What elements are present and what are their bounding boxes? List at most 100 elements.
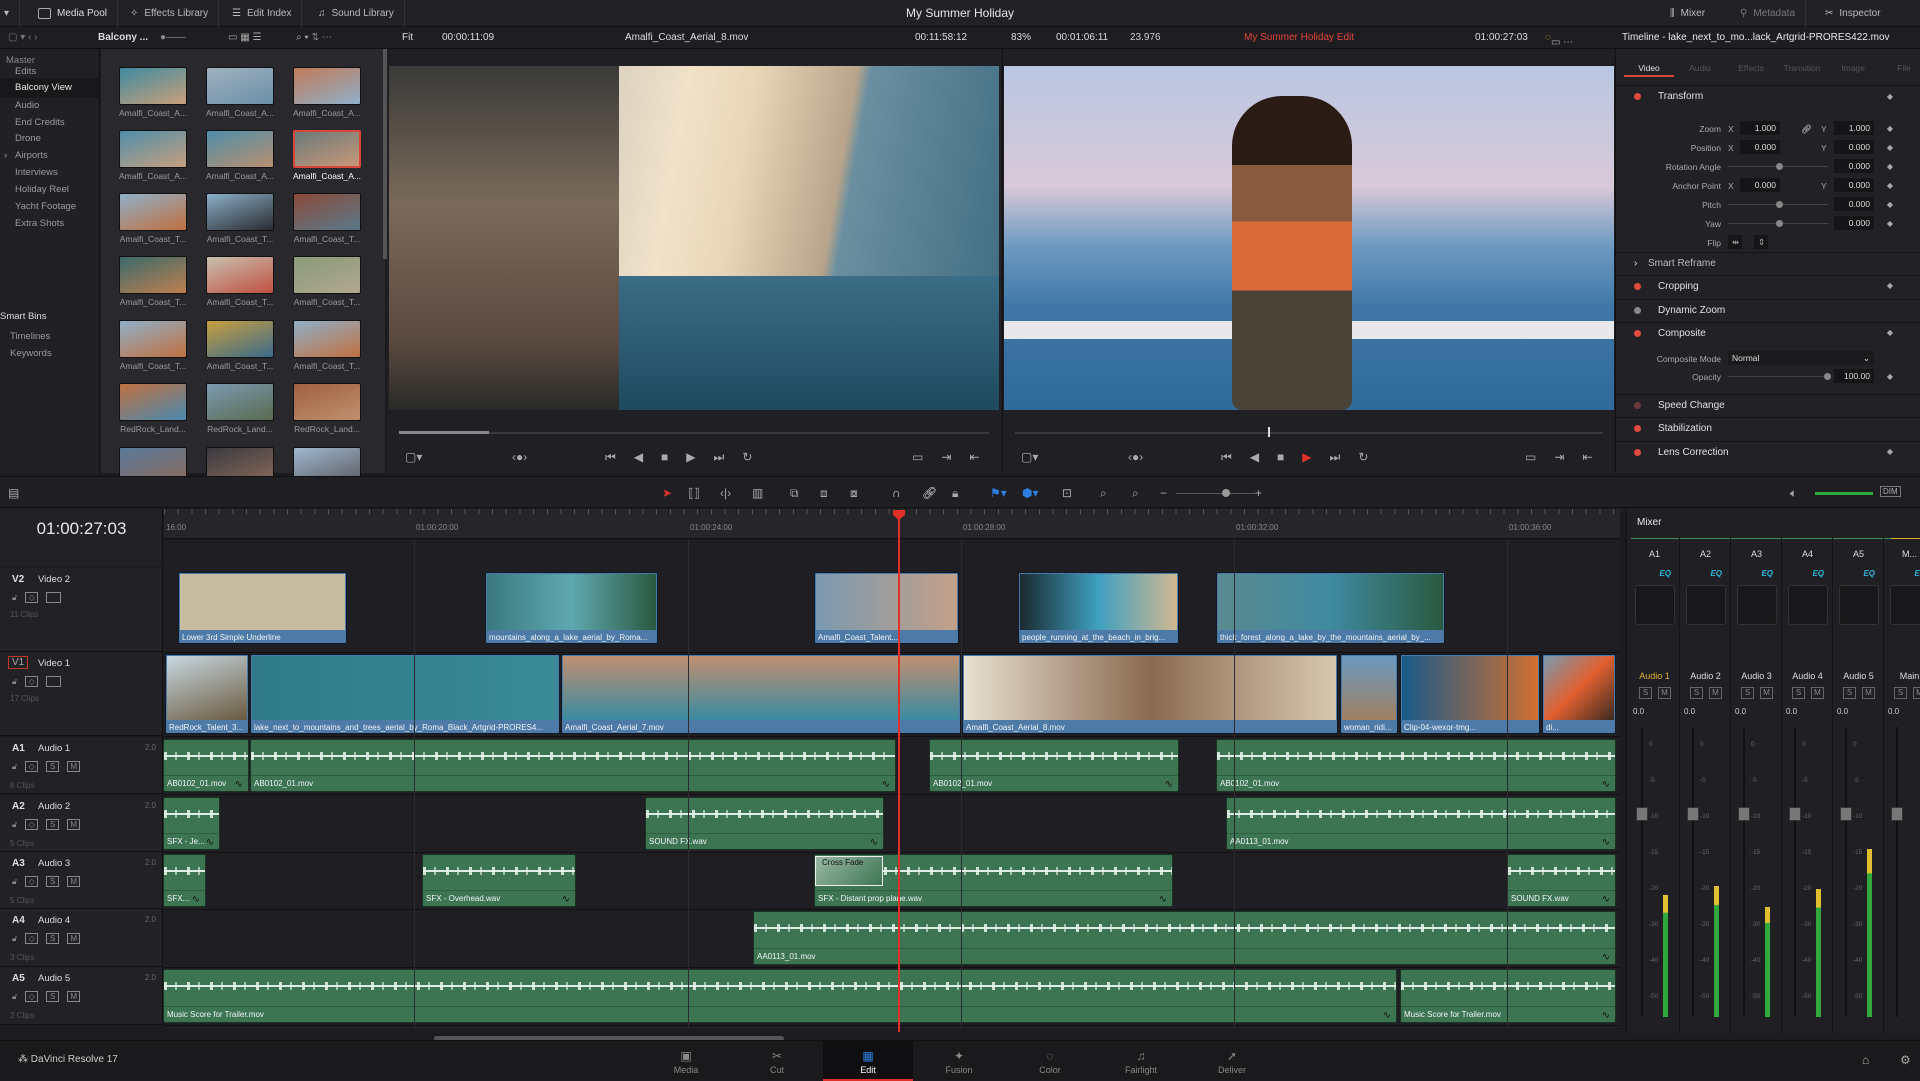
page-deliver[interactable]: ➚ Deliver	[1187, 1041, 1277, 1081]
bin-item[interactable]: Edits	[15, 66, 36, 77]
timeline-ruler[interactable]: 16:00 01:00:20:00 01:00:24:00 01:00:28:00 01…	[164, 509, 1620, 539]
keyframe-curve-icon[interactable]: ∿	[1159, 894, 1167, 905]
audio-clip[interactable]: AA0113_01.mov ∿	[1226, 797, 1616, 850]
source-clip-dropdown[interactable]: Amalfi_Coast_Aerial_8.mov	[625, 32, 748, 43]
track-name[interactable]: Video 1	[38, 658, 70, 669]
track-id[interactable]: A2	[12, 801, 25, 812]
keyframe-curve-icon[interactable]: ∿	[1165, 779, 1173, 790]
clip-thumbnail[interactable]	[293, 130, 361, 168]
mute-button[interactable]: M	[67, 819, 81, 830]
solo-button[interactable]: S	[1690, 687, 1703, 699]
video-1-clip[interactable]: RedRock_Talent_3...	[165, 654, 249, 734]
zoom-slider-knob[interactable]	[1222, 489, 1230, 497]
keyframe-icon[interactable]: ◆	[1887, 92, 1893, 101]
jog-control[interactable]: ‹●›	[512, 450, 527, 464]
zoom-out-icon[interactable]: −	[1160, 486, 1167, 500]
clip-thumbnail[interactable]	[119, 383, 187, 421]
lock-icon[interactable]: 🔓︎	[12, 877, 17, 887]
eq-button[interactable]: EQ	[1812, 569, 1824, 578]
zoom-y-field[interactable]: 1.000	[1834, 121, 1874, 135]
opacity-field[interactable]: 100.00	[1834, 369, 1874, 383]
keyframe-curve-icon[interactable]: ∿	[1602, 1010, 1610, 1021]
audio-clip[interactable]: SOUND FX.wav ∿	[1507, 854, 1616, 907]
video-2-clip[interactable]: thick_forest_along_a_lake_by_the_mountai…	[1216, 572, 1445, 644]
keyframe-curve-icon[interactable]: ∿	[1602, 837, 1610, 848]
cropping-section[interactable]: Cropping ◆	[1616, 275, 1920, 297]
smart-bin-item[interactable]: Keywords	[10, 348, 52, 359]
audio-clip[interactable]: SFX... ∿	[163, 854, 206, 907]
position-x-field[interactable]: 0.000	[1740, 140, 1780, 154]
video-2-clip[interactable]: mountains_along_a_lake_aerial_by_Roma...	[485, 572, 658, 644]
fader-track[interactable]	[1743, 727, 1745, 1017]
keyframe-curve-icon[interactable]: ∿	[562, 894, 570, 905]
lock-icon[interactable]: 🔓︎	[12, 593, 17, 603]
search-icon[interactable]: ⌕ ▾ ⇅ ⋯	[296, 32, 332, 43]
video-2-clip[interactable]: Lower 3rd Simple Underline	[178, 572, 347, 644]
home-icon[interactable]: ⌂	[1862, 1053, 1869, 1067]
program-scrubber[interactable]	[1015, 427, 1603, 437]
clip-thumbnail[interactable]	[206, 383, 274, 421]
flag-icon[interactable]: ⚑▾	[990, 486, 1007, 500]
program-zoom-dropdown[interactable]: 83%	[1011, 32, 1031, 43]
bin-item[interactable]: End Credits	[15, 117, 65, 128]
dynamic-trim-icon[interactable]: ‹|›	[720, 486, 731, 500]
clip-thumbnail[interactable]	[206, 130, 274, 168]
cross-fade-transition[interactable]: Cross Fade	[815, 856, 883, 886]
clip-thumbnail[interactable]	[206, 320, 274, 358]
auto-select-icon[interactable]: ◇	[25, 876, 39, 887]
solo-button[interactable]: S	[46, 876, 60, 887]
mute-button[interactable]: M	[1658, 687, 1671, 699]
skip-back-icon[interactable]: ⏮	[1221, 450, 1232, 465]
rotation-knob[interactable]	[1776, 163, 1783, 170]
composite-mode-dropdown[interactable]: Normal ⌄	[1728, 351, 1874, 365]
fader-track[interactable]	[1692, 727, 1694, 1017]
video-1-clip[interactable]: Clip-04-wexor-tmg...	[1400, 654, 1540, 734]
keyframe-icon[interactable]: ◆	[1887, 200, 1893, 209]
yaw-knob[interactable]	[1776, 220, 1783, 227]
track-id[interactable]: V1	[8, 656, 29, 669]
pan-control[interactable]	[1635, 585, 1675, 625]
source-zoom-dropdown[interactable]: Fit	[402, 32, 413, 43]
keyframe-icon[interactable]: ◆	[1887, 181, 1893, 190]
keyframe-icon[interactable]: ◆	[1887, 328, 1893, 337]
mute-button[interactable]: M	[67, 991, 81, 1002]
zoom-full-icon[interactable]: ⊡	[1062, 486, 1072, 500]
audio-clip[interactable]: AB0102_01.mov ∿	[1216, 739, 1616, 792]
bin-selector[interactable]: Balcony ...	[98, 32, 148, 43]
track-name[interactable]: Audio 2	[38, 801, 70, 812]
composite-section[interactable]: Composite ◆	[1616, 322, 1920, 344]
master-bin[interactable]: Master	[6, 55, 35, 66]
pan-control[interactable]	[1737, 585, 1777, 625]
fader-track[interactable]	[1896, 727, 1898, 1017]
keyframe-icon[interactable]: ◆	[1887, 162, 1893, 171]
audio-clip[interactable]: SOUND FX.wav ∿	[645, 797, 884, 850]
skip-forward-icon[interactable]: ⏭	[1330, 450, 1341, 465]
auto-select-icon[interactable]: ◇	[25, 991, 39, 1002]
audio-clip[interactable]: AA0113_01.mov ∿	[753, 911, 1616, 965]
tab-transition[interactable]: Transition	[1777, 63, 1827, 73]
solo-button[interactable]: S	[46, 991, 60, 1002]
clip-thumbnail[interactable]	[119, 320, 187, 358]
pan-control[interactable]	[1686, 585, 1726, 625]
volume-icon[interactable]: 🔈︎	[1790, 486, 1797, 501]
video-1-clip[interactable]: Amalfi_Coast_Aerial_8.mov	[962, 654, 1338, 734]
program-transport-controls[interactable]: ⏮ ◀ ■ ▶ ⏭ ↻	[1221, 450, 1368, 465]
bin-item[interactable]: Audio	[15, 100, 39, 111]
video-2-clip[interactable]: people_running_at_the_beach_in_brig...	[1018, 572, 1179, 644]
keyframe-curve-icon[interactable]: ∿	[192, 894, 200, 905]
solo-button[interactable]: S	[1741, 687, 1754, 699]
page-media[interactable]: ▣ Media	[641, 1041, 731, 1081]
lock-icon[interactable]: 🔓︎	[12, 820, 17, 830]
view-mode-icons[interactable]: ▭ ▦ ☰	[228, 32, 261, 43]
color-icon[interactable]: ◌ ▭ ⋯	[1545, 32, 1573, 48]
yaw-y-field[interactable]: 0.000	[1834, 216, 1874, 230]
transform-section[interactable]: Transform ◆	[1616, 85, 1920, 111]
keyframe-icon[interactable]: ◆	[1887, 143, 1893, 152]
auto-select-icon[interactable]: ◇	[25, 819, 39, 830]
stabilization-section[interactable]: Stabilization	[1616, 417, 1920, 439]
solo-button[interactable]: S	[1792, 687, 1805, 699]
eq-button[interactable]: EQ	[1761, 569, 1773, 578]
clip-thumbnail[interactable]	[119, 130, 187, 168]
layout-icon[interactable]: ▤	[8, 486, 19, 500]
fader-track[interactable]	[1794, 727, 1796, 1017]
